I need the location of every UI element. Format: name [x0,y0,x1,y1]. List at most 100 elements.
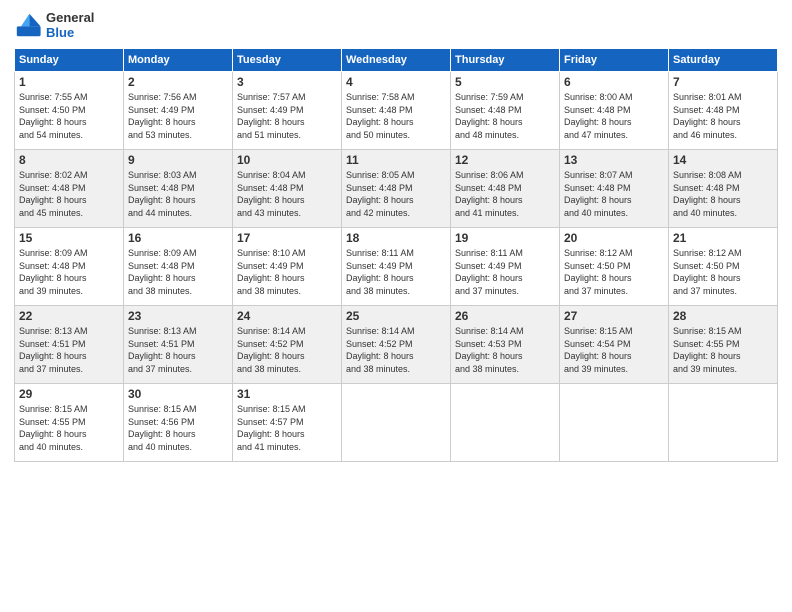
calendar-cell: 31 Sunrise: 8:15 AMSunset: 4:57 PMDayligh… [233,384,342,462]
day-number: 4 [346,75,446,89]
day-number: 14 [673,153,773,167]
day-number: 12 [455,153,555,167]
calendar-header-tuesday: Tuesday [233,49,342,72]
calendar-cell: 9 Sunrise: 8:03 AMSunset: 4:48 PMDaylight… [124,150,233,228]
calendar-cell: 24Sunrise: 8:14 AMSunset: 4:52 PMDayligh… [233,306,342,384]
day-number: 7 [673,75,773,89]
calendar-cell: 8 Sunrise: 8:02 AMSunset: 4:48 PMDaylight… [15,150,124,228]
day-number: 10 [237,153,337,167]
day-number: 29 [19,387,119,401]
day-info: Sunrise: 8:11 AMSunset: 4:49 PMDaylight:… [455,247,555,297]
day-info: Sunrise: 7:58 AMSunset: 4:48 PMDaylight:… [346,91,446,141]
calendar-cell [669,384,778,462]
calendar-cell: 1 Sunrise: 7:55 AMSunset: 4:50 PMDaylight… [15,72,124,150]
calendar-header-thursday: Thursday [451,49,560,72]
day-info: Sunrise: 8:15 AMSunset: 4:56 PMDaylight:… [128,403,228,453]
day-info: Sunrise: 8:08 AMSunset: 4:48 PMDaylight:… [673,169,773,219]
day-info: Sunrise: 8:13 AMSunset: 4:51 PMDaylight:… [128,325,228,375]
calendar-cell: 30 Sunrise: 8:15 AMSunset: 4:56 PMDayligh… [124,384,233,462]
day-info: Sunrise: 8:09 AMSunset: 4:48 PMDaylight:… [19,247,119,297]
calendar-cell: 14 Sunrise: 8:08 AMSunset: 4:48 PMDayligh… [669,150,778,228]
calendar-cell: 20 Sunrise: 8:12 AMSunset: 4:50 PMDayligh… [560,228,669,306]
day-number: 23 [128,309,228,323]
day-number: 13 [564,153,664,167]
calendar-header-wednesday: Wednesday [342,49,451,72]
day-info: Sunrise: 8:15 AMSunset: 4:55 PMDaylight:… [19,403,119,453]
day-info: Sunrise: 8:15 AMSunset: 4:57 PMDaylight:… [237,403,337,453]
day-info: Sunrise: 8:15 AMSunset: 4:54 PMDaylight:… [564,325,664,375]
calendar-cell [451,384,560,462]
calendar-cell: 27Sunrise: 8:15 AMSunset: 4:54 PMDayligh… [560,306,669,384]
header: General Blue [14,10,778,40]
day-number: 8 [19,153,119,167]
day-number: 30 [128,387,228,401]
day-number: 17 [237,231,337,245]
day-info: Sunrise: 8:12 AMSunset: 4:50 PMDaylight:… [564,247,664,297]
day-number: 5 [455,75,555,89]
day-info: Sunrise: 8:03 AMSunset: 4:48 PMDaylight:… [128,169,228,219]
logo: General Blue [14,10,94,40]
day-info: Sunrise: 7:59 AMSunset: 4:48 PMDaylight:… [455,91,555,141]
calendar-cell: 19 Sunrise: 8:11 AMSunset: 4:49 PMDayligh… [451,228,560,306]
day-number: 18 [346,231,446,245]
calendar-cell: 2 Sunrise: 7:56 AMSunset: 4:49 PMDaylight… [124,72,233,150]
day-info: Sunrise: 8:14 AMSunset: 4:52 PMDaylight:… [237,325,337,375]
day-number: 1 [19,75,119,89]
day-number: 3 [237,75,337,89]
day-info: Sunrise: 8:00 AMSunset: 4:48 PMDaylight:… [564,91,664,141]
day-number: 16 [128,231,228,245]
calendar-table: SundayMondayTuesdayWednesdayThursdayFrid… [14,48,778,462]
day-info: Sunrise: 8:02 AMSunset: 4:48 PMDaylight:… [19,169,119,219]
day-info: Sunrise: 8:14 AMSunset: 4:52 PMDaylight:… [346,325,446,375]
calendar-cell: 4 Sunrise: 7:58 AMSunset: 4:48 PMDaylight… [342,72,451,150]
day-number: 11 [346,153,446,167]
logo-text: General Blue [46,10,94,40]
day-info: Sunrise: 8:15 AMSunset: 4:55 PMDaylight:… [673,325,773,375]
day-info: Sunrise: 7:56 AMSunset: 4:49 PMDaylight:… [128,91,228,141]
calendar-cell: 7Sunrise: 8:01 AMSunset: 4:48 PMDaylight… [669,72,778,150]
day-number: 26 [455,309,555,323]
day-info: Sunrise: 8:09 AMSunset: 4:48 PMDaylight:… [128,247,228,297]
day-number: 20 [564,231,664,245]
calendar-cell: 6 Sunrise: 8:00 AMSunset: 4:48 PMDaylight… [560,72,669,150]
calendar-cell [560,384,669,462]
day-number: 6 [564,75,664,89]
day-info: Sunrise: 8:14 AMSunset: 4:53 PMDaylight:… [455,325,555,375]
day-info: Sunrise: 8:12 AMSunset: 4:50 PMDaylight:… [673,247,773,297]
calendar-cell: 21 Sunrise: 8:12 AMSunset: 4:50 PMDayligh… [669,228,778,306]
calendar-cell: 23 Sunrise: 8:13 AMSunset: 4:51 PMDayligh… [124,306,233,384]
day-number: 19 [455,231,555,245]
day-info: Sunrise: 8:07 AMSunset: 4:48 PMDaylight:… [564,169,664,219]
calendar-header-saturday: Saturday [669,49,778,72]
calendar-header-friday: Friday [560,49,669,72]
calendar-cell: 17 Sunrise: 8:10 AMSunset: 4:49 PMDayligh… [233,228,342,306]
day-info: Sunrise: 8:06 AMSunset: 4:48 PMDaylight:… [455,169,555,219]
day-number: 31 [237,387,337,401]
calendar-cell: 29 Sunrise: 8:15 AMSunset: 4:55 PMDayligh… [15,384,124,462]
calendar-cell: 11 Sunrise: 8:05 AMSunset: 4:48 PMDayligh… [342,150,451,228]
calendar-cell: 13 Sunrise: 8:07 AMSunset: 4:48 PMDayligh… [560,150,669,228]
calendar-cell: 3Sunrise: 7:57 AMSunset: 4:49 PMDaylight… [233,72,342,150]
calendar-cell: 16 Sunrise: 8:09 AMSunset: 4:48 PMDayligh… [124,228,233,306]
calendar-cell: 26 Sunrise: 8:14 AMSunset: 4:53 PMDayligh… [451,306,560,384]
day-info: Sunrise: 8:05 AMSunset: 4:48 PMDaylight:… [346,169,446,219]
day-info: Sunrise: 8:11 AMSunset: 4:49 PMDaylight:… [346,247,446,297]
calendar-header-monday: Monday [124,49,233,72]
logo-icon [14,11,42,39]
calendar-cell [342,384,451,462]
day-number: 25 [346,309,446,323]
day-info: Sunrise: 8:13 AMSunset: 4:51 PMDaylight:… [19,325,119,375]
day-info: Sunrise: 8:10 AMSunset: 4:49 PMDaylight:… [237,247,337,297]
day-number: 22 [19,309,119,323]
day-info: Sunrise: 7:55 AMSunset: 4:50 PMDaylight:… [19,91,119,141]
calendar-cell: 18 Sunrise: 8:11 AMSunset: 4:49 PMDayligh… [342,228,451,306]
calendar-cell: 15Sunrise: 8:09 AMSunset: 4:48 PMDayligh… [15,228,124,306]
day-number: 28 [673,309,773,323]
calendar-cell: 5 Sunrise: 7:59 AMSunset: 4:48 PMDaylight… [451,72,560,150]
day-number: 21 [673,231,773,245]
day-number: 2 [128,75,228,89]
calendar-cell: 28 Sunrise: 8:15 AMSunset: 4:55 PMDayligh… [669,306,778,384]
calendar-header-sunday: Sunday [15,49,124,72]
day-number: 9 [128,153,228,167]
calendar-cell: 25 Sunrise: 8:14 AMSunset: 4:52 PMDayligh… [342,306,451,384]
